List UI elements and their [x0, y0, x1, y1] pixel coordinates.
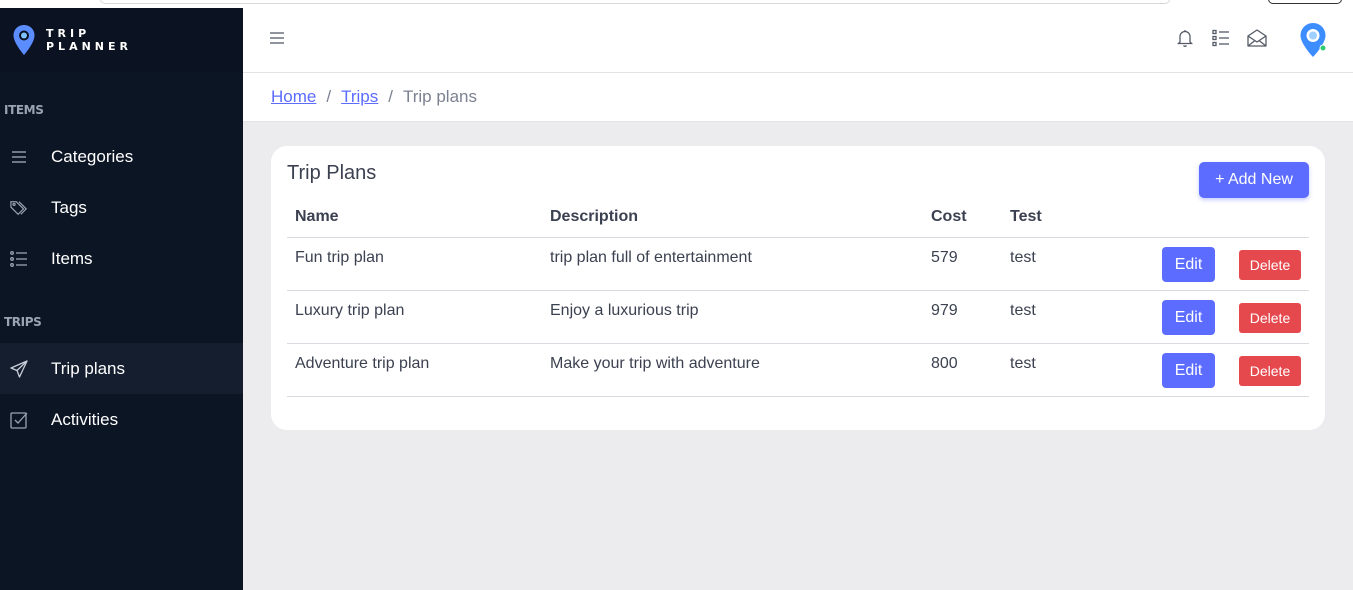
sidebar-item-label: Items — [51, 248, 93, 268]
sidebar: TRIP PLANNER ITEMS Categories Tags Items… — [0, 8, 243, 590]
column-header-name: Name — [295, 208, 339, 225]
cell-description: Make your trip with adventure — [550, 355, 760, 372]
section-label-trips: TRIPS — [4, 315, 42, 329]
sidebar-item-label: Tags — [51, 197, 87, 217]
column-header-cost: Cost — [931, 208, 967, 225]
table-row: Fun trip plan trip plan full of entertai… — [287, 238, 1309, 291]
breadcrumb-home-link[interactable]: Home — [271, 87, 316, 107]
map-pin-icon — [13, 25, 35, 55]
address-bar[interactable] — [100, 0, 1170, 4]
list-check-icon — [10, 250, 28, 268]
bell-icon[interactable] — [1174, 27, 1196, 49]
edit-button[interactable]: Edit — [1162, 353, 1215, 388]
cell-cost: 800 — [931, 355, 958, 372]
column-header-description: Description — [550, 208, 639, 225]
list-icon — [10, 148, 28, 166]
sidebar-item-trip-plans[interactable]: Trip plans — [0, 343, 243, 394]
send-icon — [10, 359, 28, 378]
cell-test: test — [1010, 355, 1036, 372]
cell-cost: 579 — [931, 249, 958, 266]
avatar-pin-icon[interactable] — [1298, 22, 1328, 58]
brand-name: TRIP PLANNER — [46, 27, 132, 53]
cell-name: Fun trip plan — [295, 249, 384, 266]
browser-button[interactable] — [1268, 0, 1342, 4]
cell-name: Adventure trip plan — [295, 355, 430, 372]
sidebar-item-label: Trip plans — [51, 358, 126, 378]
sidebar-item-label: Categories — [51, 146, 134, 166]
trip-plans-card: Trip Plans + Add New Name Description Co… — [271, 146, 1325, 430]
brand-line-1: TRIP — [46, 27, 91, 40]
add-new-button[interactable]: + Add New — [1199, 162, 1309, 198]
top-header — [243, 8, 1353, 73]
sidebar-item-items[interactable]: Items — [0, 233, 243, 284]
brand[interactable]: TRIP PLANNER — [0, 8, 243, 72]
tags-icon — [10, 199, 28, 217]
list-icon[interactable] — [1210, 27, 1232, 49]
check-square-icon — [10, 411, 28, 429]
card-title: Trip Plans — [287, 162, 377, 184]
breadcrumb-current: Trip plans — [402, 87, 477, 106]
trip-plans-table: Name Description Cost Test Fun trip plan… — [287, 198, 1309, 397]
envelope-open-icon[interactable] — [1246, 27, 1268, 49]
breadcrumb-separator: / — [388, 87, 393, 106]
delete-button[interactable]: Delete — [1239, 250, 1301, 280]
table-row: Adventure trip plan Make your trip with … — [287, 344, 1309, 397]
sidebar-item-activities[interactable]: Activities — [0, 394, 243, 445]
section-label-items: ITEMS — [4, 103, 44, 117]
breadcrumb: Home / Trips / Trip plans — [243, 73, 1353, 122]
breadcrumb-trips-link[interactable]: Trips — [341, 87, 378, 107]
cell-test: test — [1010, 302, 1036, 319]
sidebar-item-tags[interactable]: Tags — [0, 182, 243, 233]
sidebar-item-label: Activities — [51, 409, 119, 429]
cell-description: trip plan full of entertainment — [550, 249, 752, 266]
cell-cost: 979 — [931, 302, 958, 319]
delete-button[interactable]: Delete — [1239, 356, 1301, 386]
edit-button[interactable]: Edit — [1162, 247, 1215, 282]
table-header: Name Description Cost Test — [287, 198, 1309, 238]
cell-test: test — [1010, 249, 1036, 266]
cell-name: Luxury trip plan — [295, 302, 405, 319]
sidebar-item-categories[interactable]: Categories — [0, 131, 243, 182]
browser-top-strip — [0, 0, 1353, 8]
column-header-test: Test — [1010, 208, 1042, 225]
delete-button[interactable]: Delete — [1239, 303, 1301, 333]
edit-button[interactable]: Edit — [1162, 300, 1215, 335]
cell-description: Enjoy a luxurious trip — [550, 302, 699, 319]
table-row: Luxury trip plan Enjoy a luxurious trip … — [287, 291, 1309, 344]
hamburger-icon[interactable] — [269, 30, 285, 46]
brand-line-2: PLANNER — [46, 40, 132, 53]
breadcrumb-separator: / — [326, 87, 332, 106]
